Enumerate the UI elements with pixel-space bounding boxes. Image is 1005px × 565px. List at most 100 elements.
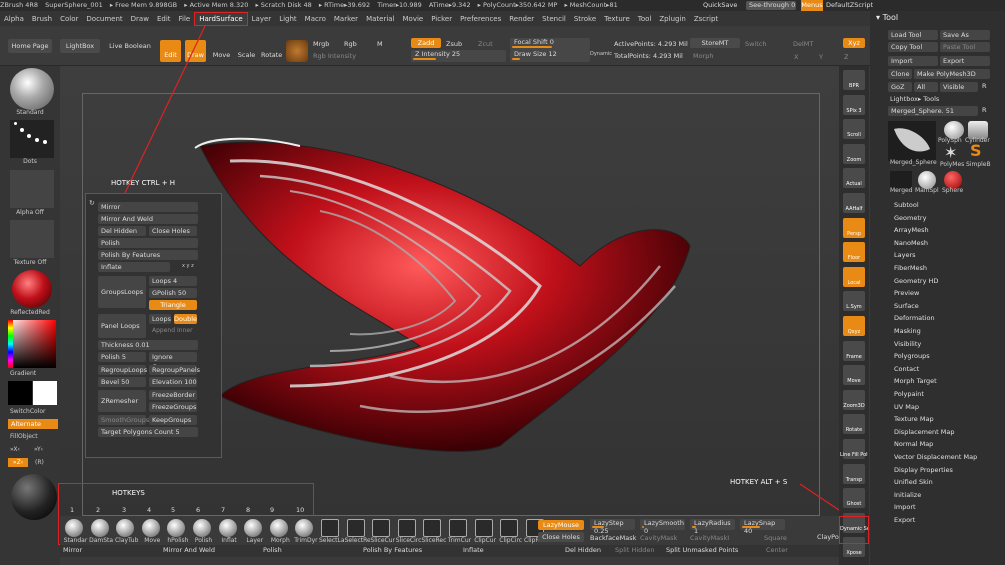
simple-brush-s-icon[interactable]: S [970,143,982,159]
brush-claytub-icon[interactable] [116,519,135,537]
subpalette-unified-skin[interactable]: Unified Skin [894,478,933,486]
subpalette-surface[interactable]: Surface [894,302,919,310]
merged-sphere-thumb[interactable] [888,121,936,161]
tool-collapse-icon[interactable]: ▾ [876,13,880,22]
brush-hpolish-icon[interactable] [167,519,186,537]
inner-button[interactable]: Inner [177,327,193,334]
polish-button[interactable]: Polish [98,238,198,248]
brush-damsta-icon[interactable] [90,519,109,537]
menu-preferences[interactable]: Preferences [456,12,505,27]
menus-button[interactable]: Menus [801,0,823,11]
menu-stroke[interactable]: Stroke [570,12,600,27]
split-hidden-button[interactable]: Split Hidden [615,546,655,554]
current-tool-slider[interactable]: Merged_Sphere. 51 [888,106,978,116]
default-zscript-button[interactable]: DefaultZScript [826,1,873,9]
zsub-button[interactable]: Zsub [446,40,462,48]
subpalette-polygroups[interactable]: Polygroups [894,352,930,360]
menu-material[interactable]: Material [362,12,398,27]
all-button[interactable]: All [914,82,938,92]
del-hidden-bottom-button[interactable]: Del Hidden [565,546,601,554]
mrgb-button[interactable]: Mrgb [313,40,329,48]
subpalette-geometry[interactable]: Geometry [894,214,926,222]
brush-trimdyr-icon[interactable] [295,519,314,537]
brush-standar-icon[interactable] [65,519,83,537]
rotate-button[interactable]: Rotate [261,40,282,62]
brush-slicecirc-icon[interactable] [397,519,416,537]
lightbox-button[interactable]: LightBox [60,39,100,53]
menu-light[interactable]: Light [275,12,300,27]
close-holes-button[interactable]: Close Holes [149,226,197,236]
brush-selectla-icon[interactable] [321,519,339,537]
panel-loops-button[interactable]: Panel Loops [98,314,146,338]
subpalette-texture-map[interactable]: Texture Map [894,415,934,423]
secondary-color-swatch[interactable] [33,381,57,405]
menu-tool[interactable]: Tool [634,12,656,27]
clone-button[interactable]: Clone [888,69,912,79]
brush-slicecur-icon[interactable] [372,519,391,537]
zcut-button[interactable]: Zcut [478,40,493,48]
freeze-border-button[interactable]: FreezeBorder [149,390,197,400]
texture-off-icon[interactable] [10,220,54,258]
menu-render[interactable]: Render [505,12,538,27]
goz-button[interactable]: GoZ [888,82,912,92]
view-ghost-button[interactable]: Ghost [843,488,865,509]
view-qxyz-button[interactable]: Qxyz [843,316,865,336]
menu-brush[interactable]: Brush [28,12,56,27]
matcap-sphere-icon[interactable] [11,474,57,520]
color-picker[interactable] [8,320,56,368]
save-as-button[interactable]: Save As [940,30,990,40]
fill-object-button[interactable]: FillObject [10,433,38,440]
cavity-mask-i-button[interactable]: CavityMaskI [690,534,729,542]
subpalette-import[interactable]: Import [894,503,916,511]
subpalette-uv-map[interactable]: UV Map [894,403,919,411]
scale-button[interactable]: Scale [236,40,257,62]
brush-inflat-icon[interactable] [218,519,237,537]
subpalette-polypaint[interactable]: Polypaint [894,390,924,398]
view-floor-button[interactable]: Floor [843,242,865,263]
view-frame-button[interactable]: Frame [843,340,865,361]
menu-color[interactable]: Color [56,12,82,27]
smooth-groups-button[interactable]: SmoothGroups [98,415,149,425]
keep-groups-button[interactable]: KeepGroups [149,415,197,425]
switch-color-button[interactable]: SwitchColor [10,408,46,415]
lazymouse-button[interactable]: LazyMouse [538,520,584,530]
subpalette-export[interactable]: Export [894,516,915,524]
polish-features-bottom-button[interactable]: Polish By Features [363,546,422,554]
dots-stroke-icon[interactable] [10,120,54,158]
loops-slider[interactable]: Loops 4 [149,276,197,286]
xyz-button[interactable]: Xyz [843,38,865,48]
view-move-button[interactable]: Move [843,365,865,386]
view-line-fill-polyf-button[interactable]: Line Fill PolyF [840,439,868,459]
storemt-button[interactable]: StoreMT [690,38,740,48]
standard-brush-icon[interactable] [10,68,54,110]
menu-macro[interactable]: Macro [301,12,330,27]
live-boolean-button[interactable]: Live Boolean [106,39,154,53]
mirror-y-button[interactable]: »Y‹ [34,446,43,453]
regroup-loops-button[interactable]: RegroupLoops [98,365,147,375]
subpalette-arraymesh[interactable]: ArrayMesh [894,226,929,234]
menu-stencil[interactable]: Stencil [538,12,570,27]
inflate-bottom-slider[interactable]: Inflate [463,546,484,554]
subpalette-contact[interactable]: Contact [894,365,919,373]
home-page-button[interactable]: Home Page [8,39,52,53]
mirror-button[interactable]: Mirror [98,202,198,212]
rgb-intensity-slider[interactable]: Rgb Intensity [313,52,356,60]
lightbox-tools-button[interactable]: Lightbox▸ Tools [890,95,939,103]
view-zoom-button[interactable]: Zoom [843,143,865,164]
alternate-button[interactable]: Alternate [8,419,58,429]
menu-document[interactable]: Document [82,12,126,27]
triangle-button[interactable]: Triangle [149,300,197,310]
menu-picker[interactable]: Picker [427,12,456,27]
split-unmasked-button[interactable]: Split Unmasked Points [666,546,738,554]
subpalette-vector-displacement-map[interactable]: Vector Displacement Map [894,453,977,461]
regroup-panels-button[interactable]: RegroupPanels [149,365,200,375]
focal-shift-slider[interactable]: Focal Shift 0 [510,38,590,50]
polish-slider[interactable]: Polish 5 [98,352,146,362]
menu-zplugin[interactable]: Zplugin [655,12,689,27]
dynamic-button[interactable]: Dynamic [590,51,612,57]
material-sphere-icon[interactable] [286,40,308,62]
polish-features-button[interactable]: Polish By Features [98,250,198,260]
view-l-sym-button[interactable]: L.Sym [843,291,865,312]
view-persp-button[interactable]: Persp [843,217,865,238]
menu-movie[interactable]: Movie [399,12,428,27]
